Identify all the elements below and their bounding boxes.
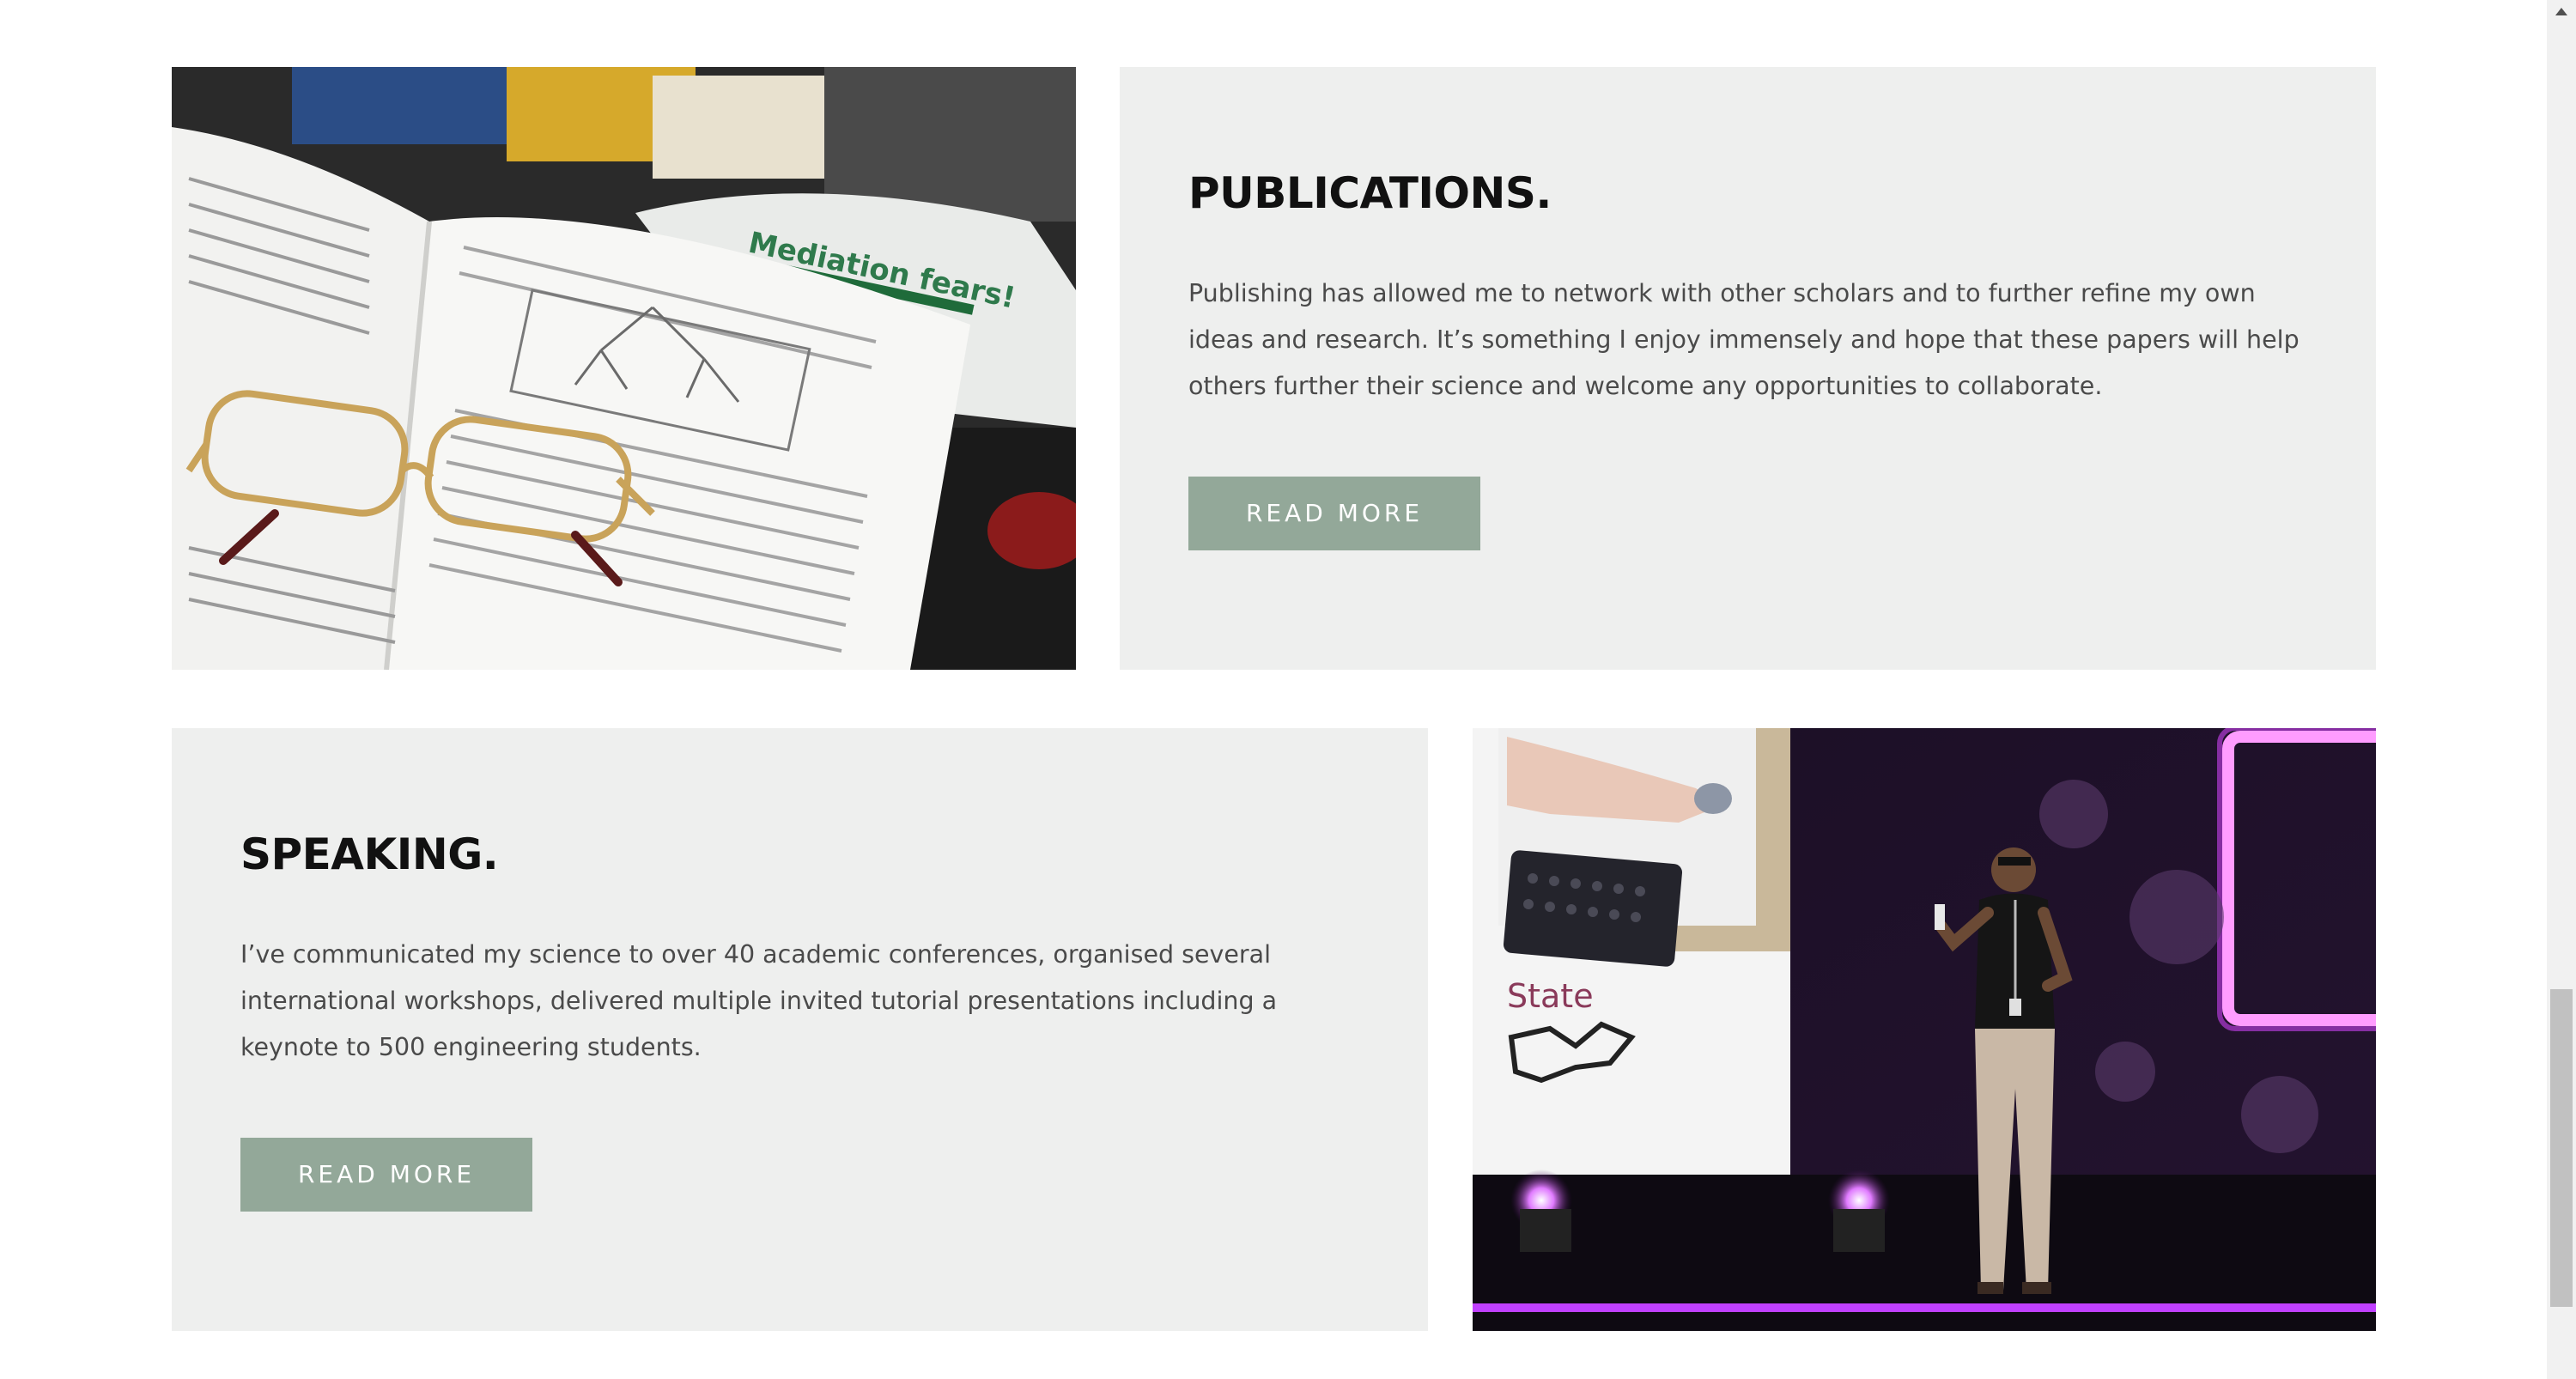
speaking-image: State	[1473, 728, 2376, 1331]
speaking-heading: SPEAKING.	[240, 829, 499, 879]
scroll-up-arrow[interactable]	[2547, 0, 2576, 22]
slide-caption-state: State	[1507, 977, 1594, 1015]
publications-card-content: PUBLICATIONS. Publishing has allowed me …	[1188, 170, 2307, 550]
triangle-up-icon	[2555, 7, 2567, 15]
scroll-thumb[interactable]	[2550, 989, 2573, 1307]
speaking-read-more-button[interactable]: READ MORE	[240, 1138, 532, 1212]
page-scrollbar[interactable]	[2547, 0, 2576, 1379]
page: Mediation fears! PUBLICATIONS. Publishin…	[0, 0, 2576, 1379]
publications-heading: PUBLICATIONS.	[1188, 168, 1552, 218]
publications-image: Mediation fears!	[172, 67, 1076, 670]
speaking-card: SPEAKING. I’ve communicated my science t…	[172, 728, 1428, 1331]
publications-section: Mediation fears! PUBLICATIONS. Publishin…	[172, 67, 2376, 670]
publications-card: PUBLICATIONS. Publishing has allowed me …	[1120, 67, 2376, 670]
speaking-description: I’ve communicated my science to over 40 …	[240, 940, 1278, 1061]
speaking-card-content: SPEAKING. I’ve communicated my science t…	[240, 831, 1359, 1212]
publications-read-more-button[interactable]: READ MORE	[1188, 477, 1480, 550]
publications-description: Publishing has allowed me to network wit…	[1188, 279, 2300, 400]
speaking-section: SPEAKING. I’ve communicated my science t…	[172, 728, 2376, 1331]
